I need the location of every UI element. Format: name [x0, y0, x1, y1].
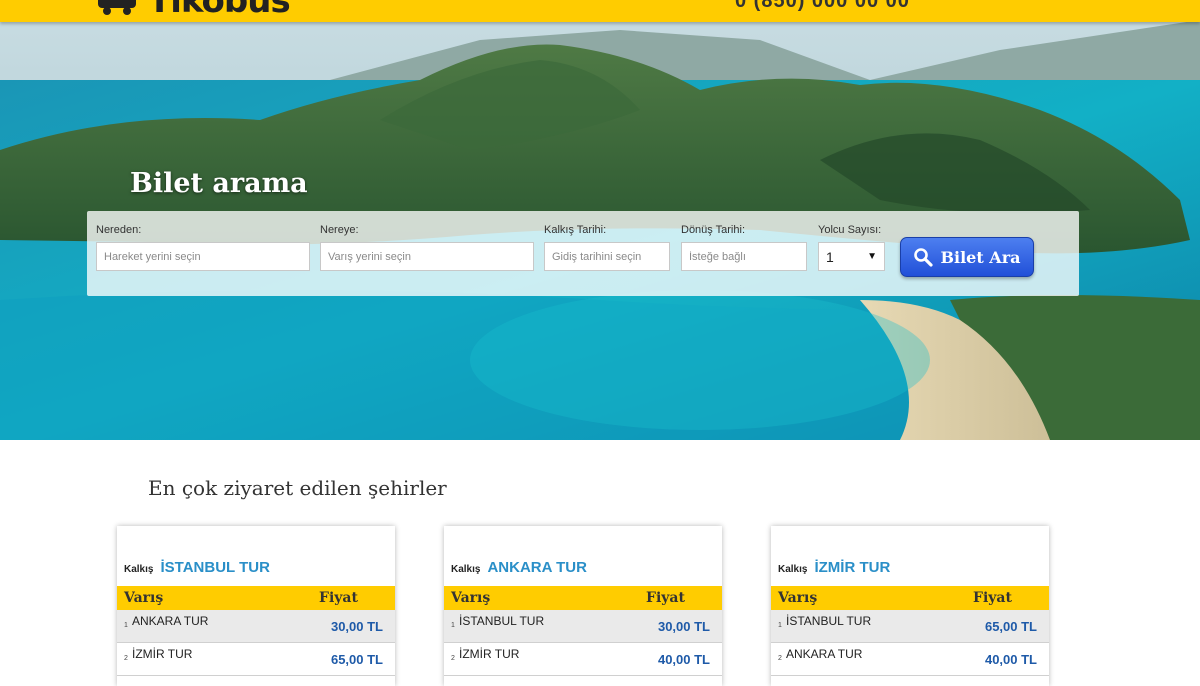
route-price: 30,00 TL — [657, 619, 710, 634]
route-table-header: Varış Fiyat — [444, 586, 722, 610]
route-price: 40,00 TL — [657, 652, 710, 667]
passenger-select[interactable]: 1 ▼ — [818, 242, 885, 271]
depart-date-label: Kalkış Tarihi: — [544, 224, 607, 236]
to-field-group: Nereye: — [320, 223, 534, 271]
row-index: 2 — [451, 655, 455, 662]
city-card-istanbul: Kalkış İSTANBUL TUR Varış Fiyat 1 ANKARA… — [117, 526, 395, 686]
route-destination: İSTANBUL TUR — [786, 614, 872, 628]
route-table-header: Varış Fiyat — [117, 586, 395, 610]
route-destination: ANKARA TUR — [132, 614, 209, 628]
city-card-ankara: Kalkış ANKARA TUR Varış Fiyat 1 İSTANBUL… — [444, 526, 722, 686]
route-destination: İZMİR TUR — [459, 647, 520, 661]
hero-banner: Bilet arama Nereden: Nereye: Kalkış Tari… — [0, 0, 1200, 440]
kalkis-label: Kalkış — [451, 564, 481, 575]
row-index: 1 — [451, 622, 455, 629]
row-index: 2 — [778, 655, 782, 662]
city-card-izmir: Kalkış İZMİR TUR Varış Fiyat 1 İSTANBUL … — [771, 526, 1049, 686]
route-price: 30,00 TL — [330, 619, 383, 634]
caret-down-icon: ▼ — [867, 251, 877, 262]
brand-name: Tikobus — [148, 0, 291, 21]
origin-city-link[interactable]: ANKARA TUR — [487, 559, 586, 576]
kalkis-label: Kalkış — [124, 564, 154, 575]
destination-column-header: Varış — [778, 590, 818, 606]
from-field-group: Nereden: — [96, 223, 310, 271]
table-row[interactable]: 1 İSTANBUL TUR 65,00 TL — [771, 610, 1049, 643]
to-input[interactable] — [320, 242, 534, 271]
card-header: Kalkış İZMİR TUR — [771, 526, 1049, 586]
row-index: 1 — [778, 622, 782, 629]
origin-city-link[interactable]: İZMİR TUR — [814, 559, 890, 576]
search-title: Bilet arama — [130, 168, 308, 199]
card-header: Kalkış İSTANBUL TUR — [117, 526, 395, 586]
from-input[interactable] — [96, 242, 310, 271]
route-destination: ANKARA TUR — [786, 647, 863, 661]
popular-cities-title: En çok ziyaret edilen şehirler — [148, 476, 447, 500]
row-index: 2 — [124, 655, 128, 662]
return-date-input[interactable] — [681, 242, 807, 271]
table-row[interactable]: 2 İZMİR TUR 40,00 TL — [444, 643, 722, 676]
price-column-header: Fiyat — [973, 590, 1012, 606]
route-price: 40,00 TL — [984, 652, 1037, 667]
depart-date-field-group: Kalkış Tarihi: — [544, 223, 670, 271]
row-index: 1 — [124, 622, 128, 629]
brand-logo[interactable]: Tikobus — [96, 0, 291, 21]
return-date-field-group: Dönüş Tarihi: — [681, 223, 807, 271]
table-row[interactable]: 2 İZMİR TUR 65,00 TL — [117, 643, 395, 676]
search-panel: Nereden: Nereye: Kalkış Tarihi: Dönüş Ta… — [87, 211, 1079, 296]
price-column-header: Fiyat — [319, 590, 358, 606]
passenger-field-group: Yolcu Sayısı: 1 ▼ — [818, 223, 885, 271]
return-date-label: Dönüş Tarihi: — [681, 224, 745, 236]
depart-date-input[interactable] — [544, 242, 670, 271]
route-price: 65,00 TL — [984, 619, 1037, 634]
kalkis-label: Kalkış — [778, 564, 808, 575]
passenger-label: Yolcu Sayısı: — [818, 224, 882, 236]
price-column-header: Fiyat — [646, 590, 685, 606]
header-phone: 0 (850) 000 00 00 — [735, 0, 910, 12]
route-destination: İSTANBUL TUR — [459, 614, 545, 628]
route-price: 65,00 TL — [330, 652, 383, 667]
search-tickets-button[interactable]: Bilet Ara — [900, 237, 1034, 277]
card-header: Kalkış ANKARA TUR — [444, 526, 722, 586]
table-row[interactable]: 1 ANKARA TUR 30,00 TL — [117, 610, 395, 643]
from-label: Nereden: — [96, 224, 142, 236]
top-header-bar: Tikobus 0 (850) 000 00 00 — [0, 0, 1200, 22]
passenger-select-value: 1 — [826, 248, 834, 265]
search-button-label: Bilet Ara — [940, 247, 1021, 267]
table-row[interactable]: 2 ANKARA TUR 40,00 TL — [771, 643, 1049, 676]
destination-column-header: Varış — [451, 590, 491, 606]
destination-column-header: Varış — [124, 590, 164, 606]
to-label: Nereye: — [320, 224, 359, 236]
route-table-header: Varış Fiyat — [771, 586, 1049, 610]
table-row[interactable]: 1 İSTANBUL TUR 30,00 TL — [444, 610, 722, 643]
search-icon — [914, 248, 934, 267]
origin-city-link[interactable]: İSTANBUL TUR — [160, 559, 269, 576]
route-destination: İZMİR TUR — [132, 647, 193, 661]
bus-icon — [98, 0, 136, 15]
